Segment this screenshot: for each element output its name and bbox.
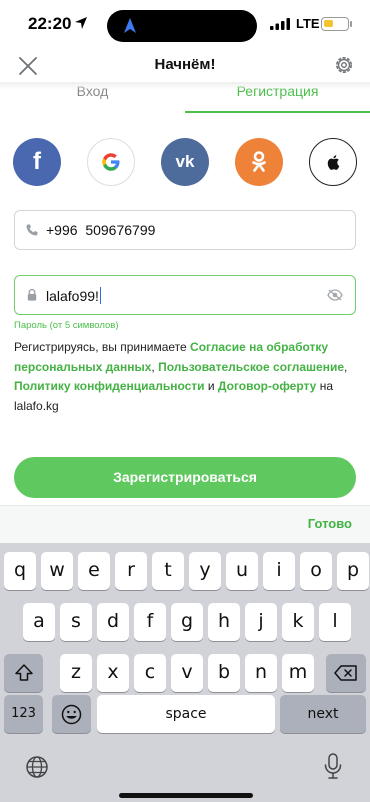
key-s[interactable]: s xyxy=(60,603,92,641)
key-h[interactable]: h xyxy=(208,603,240,641)
key-k[interactable]: k xyxy=(282,603,314,641)
backspace-icon xyxy=(334,665,357,681)
vk-button[interactable]: vk xyxy=(161,138,209,186)
shift-key[interactable] xyxy=(4,654,43,692)
phone-value: +996 509676799 xyxy=(46,222,156,238)
key-t[interactable]: t xyxy=(152,552,184,590)
tabs-shadow xyxy=(0,82,370,90)
key-f[interactable]: f xyxy=(134,603,166,641)
emoji-icon xyxy=(61,704,82,725)
legal-text-part: и xyxy=(204,379,218,393)
numbers-key[interactable]: 123 xyxy=(4,695,43,733)
odnoklassniki-button[interactable] xyxy=(235,138,283,186)
navigation-icon xyxy=(124,18,136,33)
text-cursor xyxy=(99,287,102,304)
globe-icon[interactable] xyxy=(25,755,49,779)
key-i[interactable]: i xyxy=(263,552,295,590)
done-button[interactable]: Готово xyxy=(308,516,352,531)
vk-icon: vk xyxy=(175,152,195,171)
social-login-row: f vk xyxy=(0,138,370,186)
location-arrow-icon xyxy=(75,17,87,29)
network-type: LTE xyxy=(296,16,320,31)
page-title: Начнём! xyxy=(154,56,216,73)
key-x[interactable]: x xyxy=(97,654,129,692)
key-n[interactable]: n xyxy=(245,654,277,692)
apple-icon xyxy=(327,155,340,170)
status-time: 22:20 xyxy=(28,14,72,33)
keyboard-toolbar: Готово xyxy=(0,505,370,543)
header: Начнём! xyxy=(0,50,370,82)
dynamic-island xyxy=(107,10,257,42)
status-bar: 22:20 LTE xyxy=(0,0,370,50)
phone-icon xyxy=(26,224,38,236)
emoji-key[interactable] xyxy=(52,695,91,733)
microphone-icon[interactable] xyxy=(324,753,342,780)
odnoklassniki-icon xyxy=(252,151,266,172)
backspace-key[interactable] xyxy=(326,654,366,692)
key-w[interactable]: w xyxy=(41,552,73,590)
facebook-icon: f xyxy=(33,148,41,175)
google-icon xyxy=(102,153,120,171)
keyboard: qwertyuiop asdfghjkl zxcvbnm 123 space n… xyxy=(0,543,370,802)
eye-icon[interactable] xyxy=(327,289,343,301)
gear-icon[interactable] xyxy=(333,54,355,76)
facebook-button[interactable]: f xyxy=(13,138,61,186)
password-hint: Пароль (от 5 символов) xyxy=(14,320,119,331)
lock-icon xyxy=(27,288,37,301)
space-key[interactable]: space xyxy=(97,695,275,733)
battery-tip xyxy=(350,21,352,27)
offer-contract-link[interactable]: Договор-оферту xyxy=(218,379,316,393)
key-m[interactable]: m xyxy=(282,654,314,692)
key-z[interactable]: z xyxy=(60,654,92,692)
key-b[interactable]: b xyxy=(208,654,240,692)
active-tab-indicator xyxy=(185,111,370,113)
key-y[interactable]: y xyxy=(189,552,221,590)
key-o[interactable]: o xyxy=(300,552,332,590)
key-v[interactable]: v xyxy=(171,654,203,692)
legal-text-part: , xyxy=(344,359,348,374)
google-button[interactable] xyxy=(87,138,135,186)
legal-text-part: Регистрируясь, вы принимаете xyxy=(14,340,191,354)
signal-icon xyxy=(270,18,290,30)
battery-level xyxy=(324,20,334,27)
key-g[interactable]: g xyxy=(171,603,203,641)
key-d[interactable]: d xyxy=(97,603,129,641)
privacy-policy-link[interactable]: Политику конфиденциальности xyxy=(14,379,205,393)
phone-field[interactable]: +996 509676799 xyxy=(14,210,356,250)
password-field[interactable]: lalafo99! xyxy=(14,275,356,315)
home-indicator xyxy=(119,793,253,798)
password-value: lalafo99! xyxy=(46,288,99,304)
key-r[interactable]: r xyxy=(115,552,147,590)
key-a[interactable]: a xyxy=(23,603,55,641)
key-e[interactable]: e xyxy=(78,552,110,590)
shift-icon xyxy=(15,664,33,681)
battery-icon xyxy=(321,17,349,31)
next-key[interactable]: next xyxy=(280,695,366,733)
password-value-wrapper: lalafo99! xyxy=(46,287,102,304)
legal-text: Регистрируясь, вы принимаете Согласие на… xyxy=(14,338,359,416)
key-q[interactable]: q xyxy=(4,552,36,590)
key-c[interactable]: c xyxy=(134,654,166,692)
key-j[interactable]: j xyxy=(245,603,277,641)
apple-button[interactable] xyxy=(309,138,357,186)
key-p[interactable]: p xyxy=(337,552,369,590)
register-button[interactable]: Зарегистрироваться xyxy=(14,457,356,498)
key-u[interactable]: u xyxy=(226,552,258,590)
key-l[interactable]: l xyxy=(319,603,351,641)
user-agreement-link[interactable]: Пользовательское соглашение xyxy=(158,360,344,374)
